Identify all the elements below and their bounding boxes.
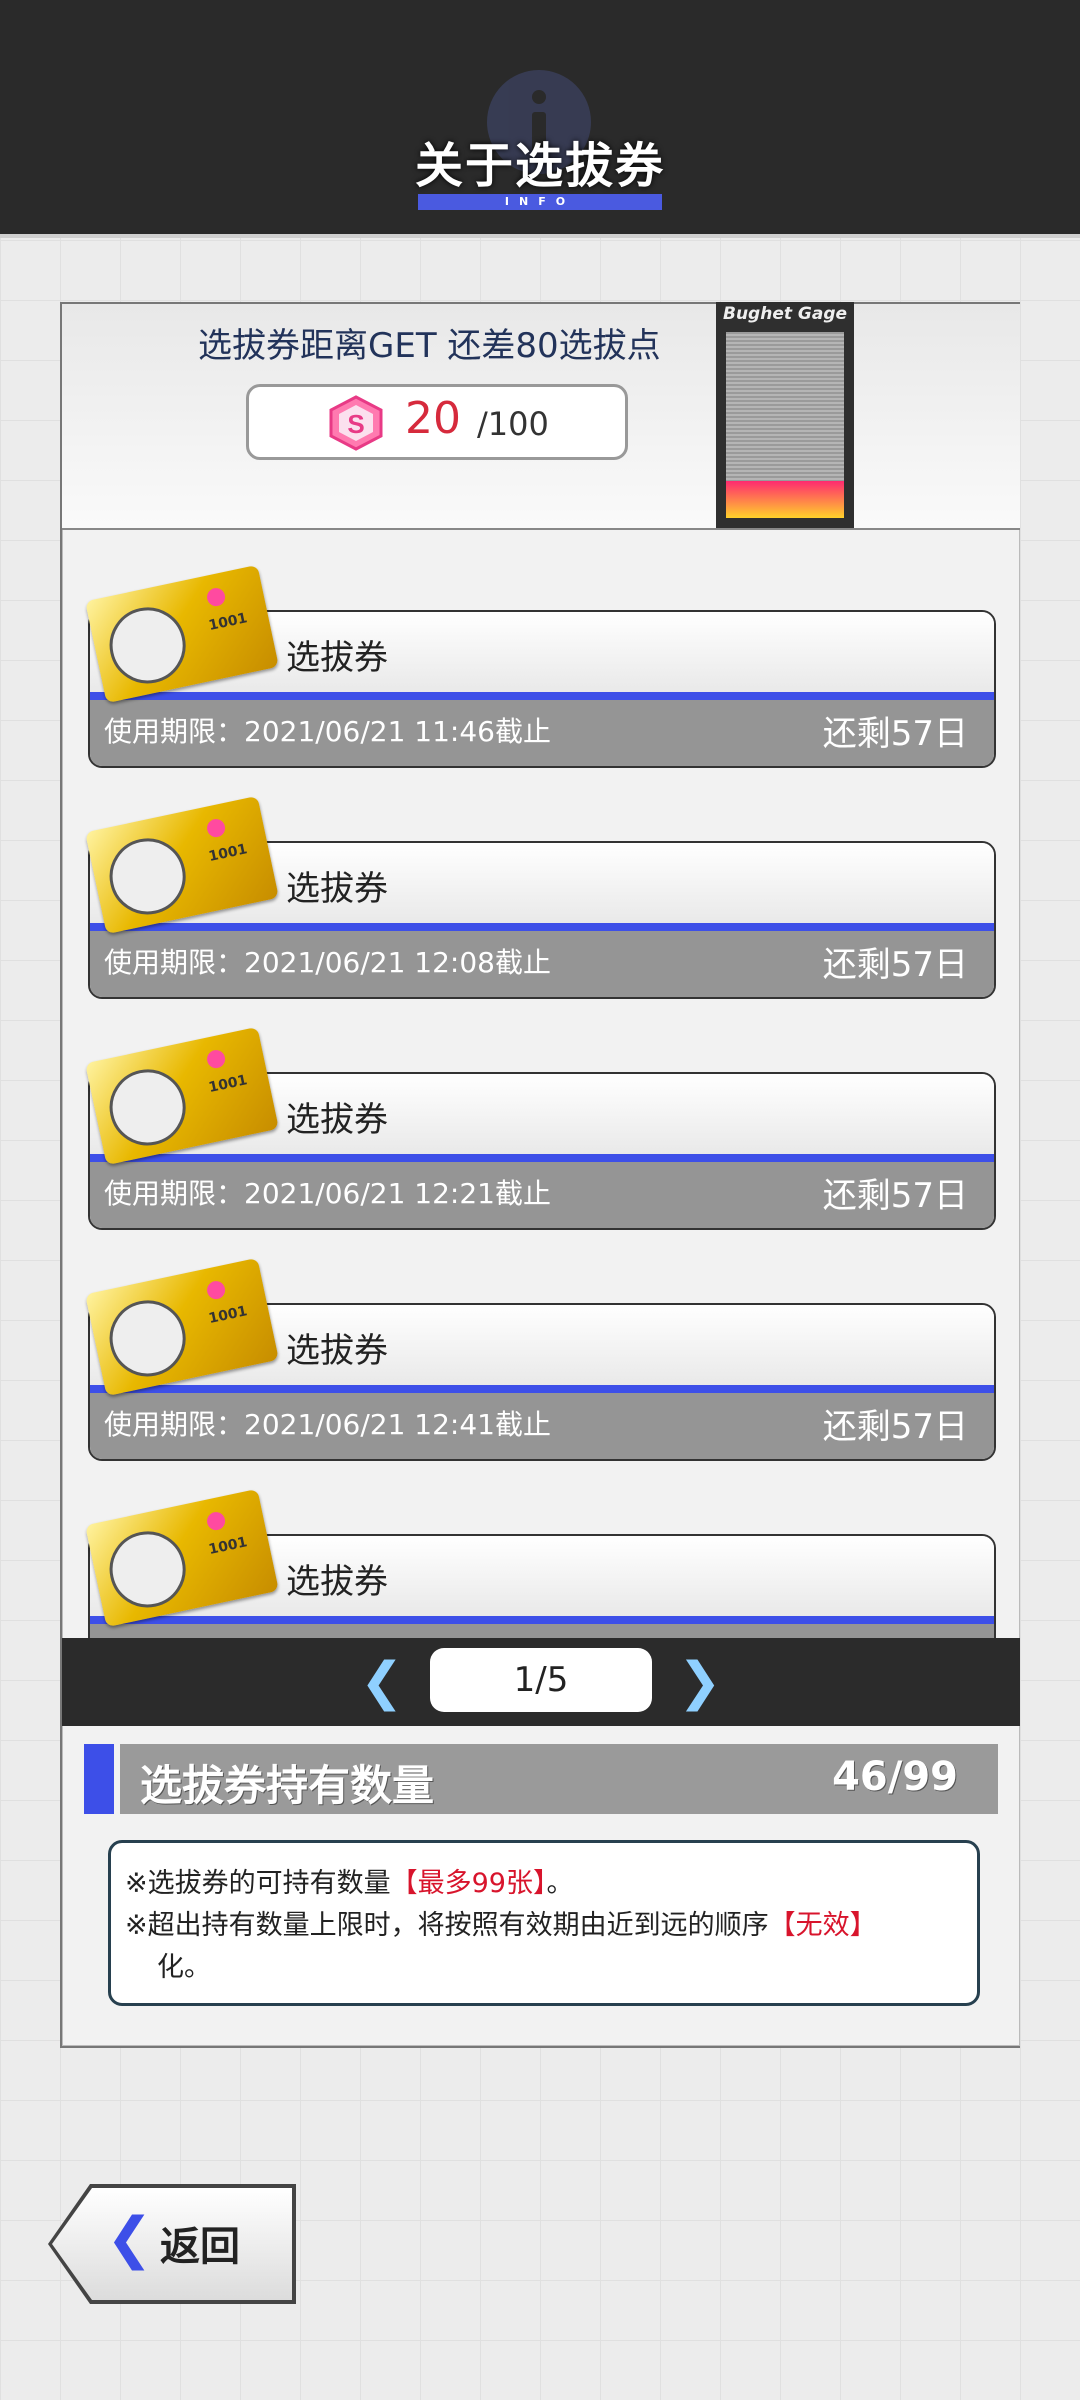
- notice-line-3: 化。: [157, 1952, 211, 1983]
- page-subtitle: INFO: [418, 194, 662, 210]
- ticket-item[interactable]: 选拔券 1001: [85, 1488, 996, 1638]
- points-current: 20: [405, 393, 461, 444]
- holdings-count: 46/99: [832, 1754, 958, 1800]
- notice-box: ※选拔券的可持有数量【最多99张】。 ※超出持有数量上限时，将按照有效期由近到远…: [108, 1840, 980, 2006]
- ticket-name: 选拔券: [286, 1331, 388, 1371]
- ticket-list[interactable]: 选拔券 使用期限：2021/06/21 11:46截止 还剩57日 1001 选…: [62, 530, 1020, 1638]
- ticket-remaining: 还剩57日: [822, 714, 968, 754]
- ticket-expiry: 使用期限：2021/06/21 11:46截止: [104, 715, 551, 748]
- svg-text:S: S: [347, 409, 364, 439]
- ticket-panel: 选拔券距离GET 还差80选拔点 S 20 /100 Bughet Gage 选…: [60, 302, 1020, 2048]
- ticket-name: 选拔券: [286, 1100, 388, 1140]
- ticket-item[interactable]: 选拔券 使用期限：2021/06/21 12:21截止 还剩57日 1001: [85, 1026, 996, 1230]
- notice-line-2: ※超出持有数量上限时，将按照有效期由近到远的顺序【无效】: [125, 1910, 877, 1941]
- gage-label: Bughet Gage: [722, 304, 848, 324]
- ticket-item[interactable]: 选拔券 使用期限：2021/06/21 12:08截止 还剩57日 1001: [85, 795, 996, 999]
- ticket-item[interactable]: 选拔券 使用期限：2021/06/21 12:41截止 还剩57日 1001: [85, 1257, 996, 1461]
- bughet-gage: Bughet Gage: [716, 302, 854, 528]
- chevron-left-icon: ❮: [106, 2206, 153, 2271]
- ticket-expiry: 使用期限：2021/06/21 12:41截止: [104, 1408, 551, 1441]
- back-button[interactable]: ❮ 返回: [48, 2184, 296, 2304]
- ticket-remaining: 还剩57日: [822, 1407, 968, 1447]
- gage-fill: [726, 480, 844, 518]
- ticket-item[interactable]: 选拔券 使用期限：2021/06/21 11:46截止 还剩57日 1001: [85, 564, 996, 768]
- ticket-expiry: 使用期限：2021/06/21 12:21截止: [104, 1177, 551, 1210]
- page-indicator: 1/5: [430, 1648, 652, 1712]
- ticket-name: 选拔券: [286, 1562, 388, 1602]
- page-title: 关于选拔券: [414, 138, 665, 194]
- ticket-remaining: 还剩57日: [822, 945, 968, 985]
- points-max: /100: [477, 405, 549, 443]
- back-label: 返回: [160, 2224, 240, 2270]
- ticket-name: 选拔券: [286, 638, 388, 678]
- header: 关于选拔券 INFO: [0, 0, 1080, 238]
- pagination: ❮ 1/5 ❯: [62, 1638, 1020, 1726]
- ticket-expiry: 使用期限：2021/06/21 12:08截止: [104, 946, 551, 979]
- chevron-left-icon[interactable]: ❮: [360, 1654, 404, 1710]
- ticket-remaining: 还剩57日: [822, 1176, 968, 1216]
- holdings-label: 选拔券持有数量: [140, 1761, 435, 1810]
- points-message: 选拔券距离GET 还差80选拔点: [198, 326, 661, 366]
- ticket-name: 选拔券: [286, 869, 388, 909]
- points-box: S 20 /100: [246, 384, 628, 460]
- notice-line-1: ※选拔券的可持有数量【最多99张】。: [125, 1868, 574, 1899]
- holdings-bar: 选拔券持有数量 46/99: [84, 1744, 998, 1814]
- chevron-right-icon[interactable]: ❯: [678, 1654, 722, 1710]
- gage-meter: [726, 332, 844, 518]
- points-progress: 选拔券距离GET 还差80选拔点 S 20 /100 Bughet Gage: [62, 302, 1020, 530]
- s-badge-icon: S: [329, 395, 383, 451]
